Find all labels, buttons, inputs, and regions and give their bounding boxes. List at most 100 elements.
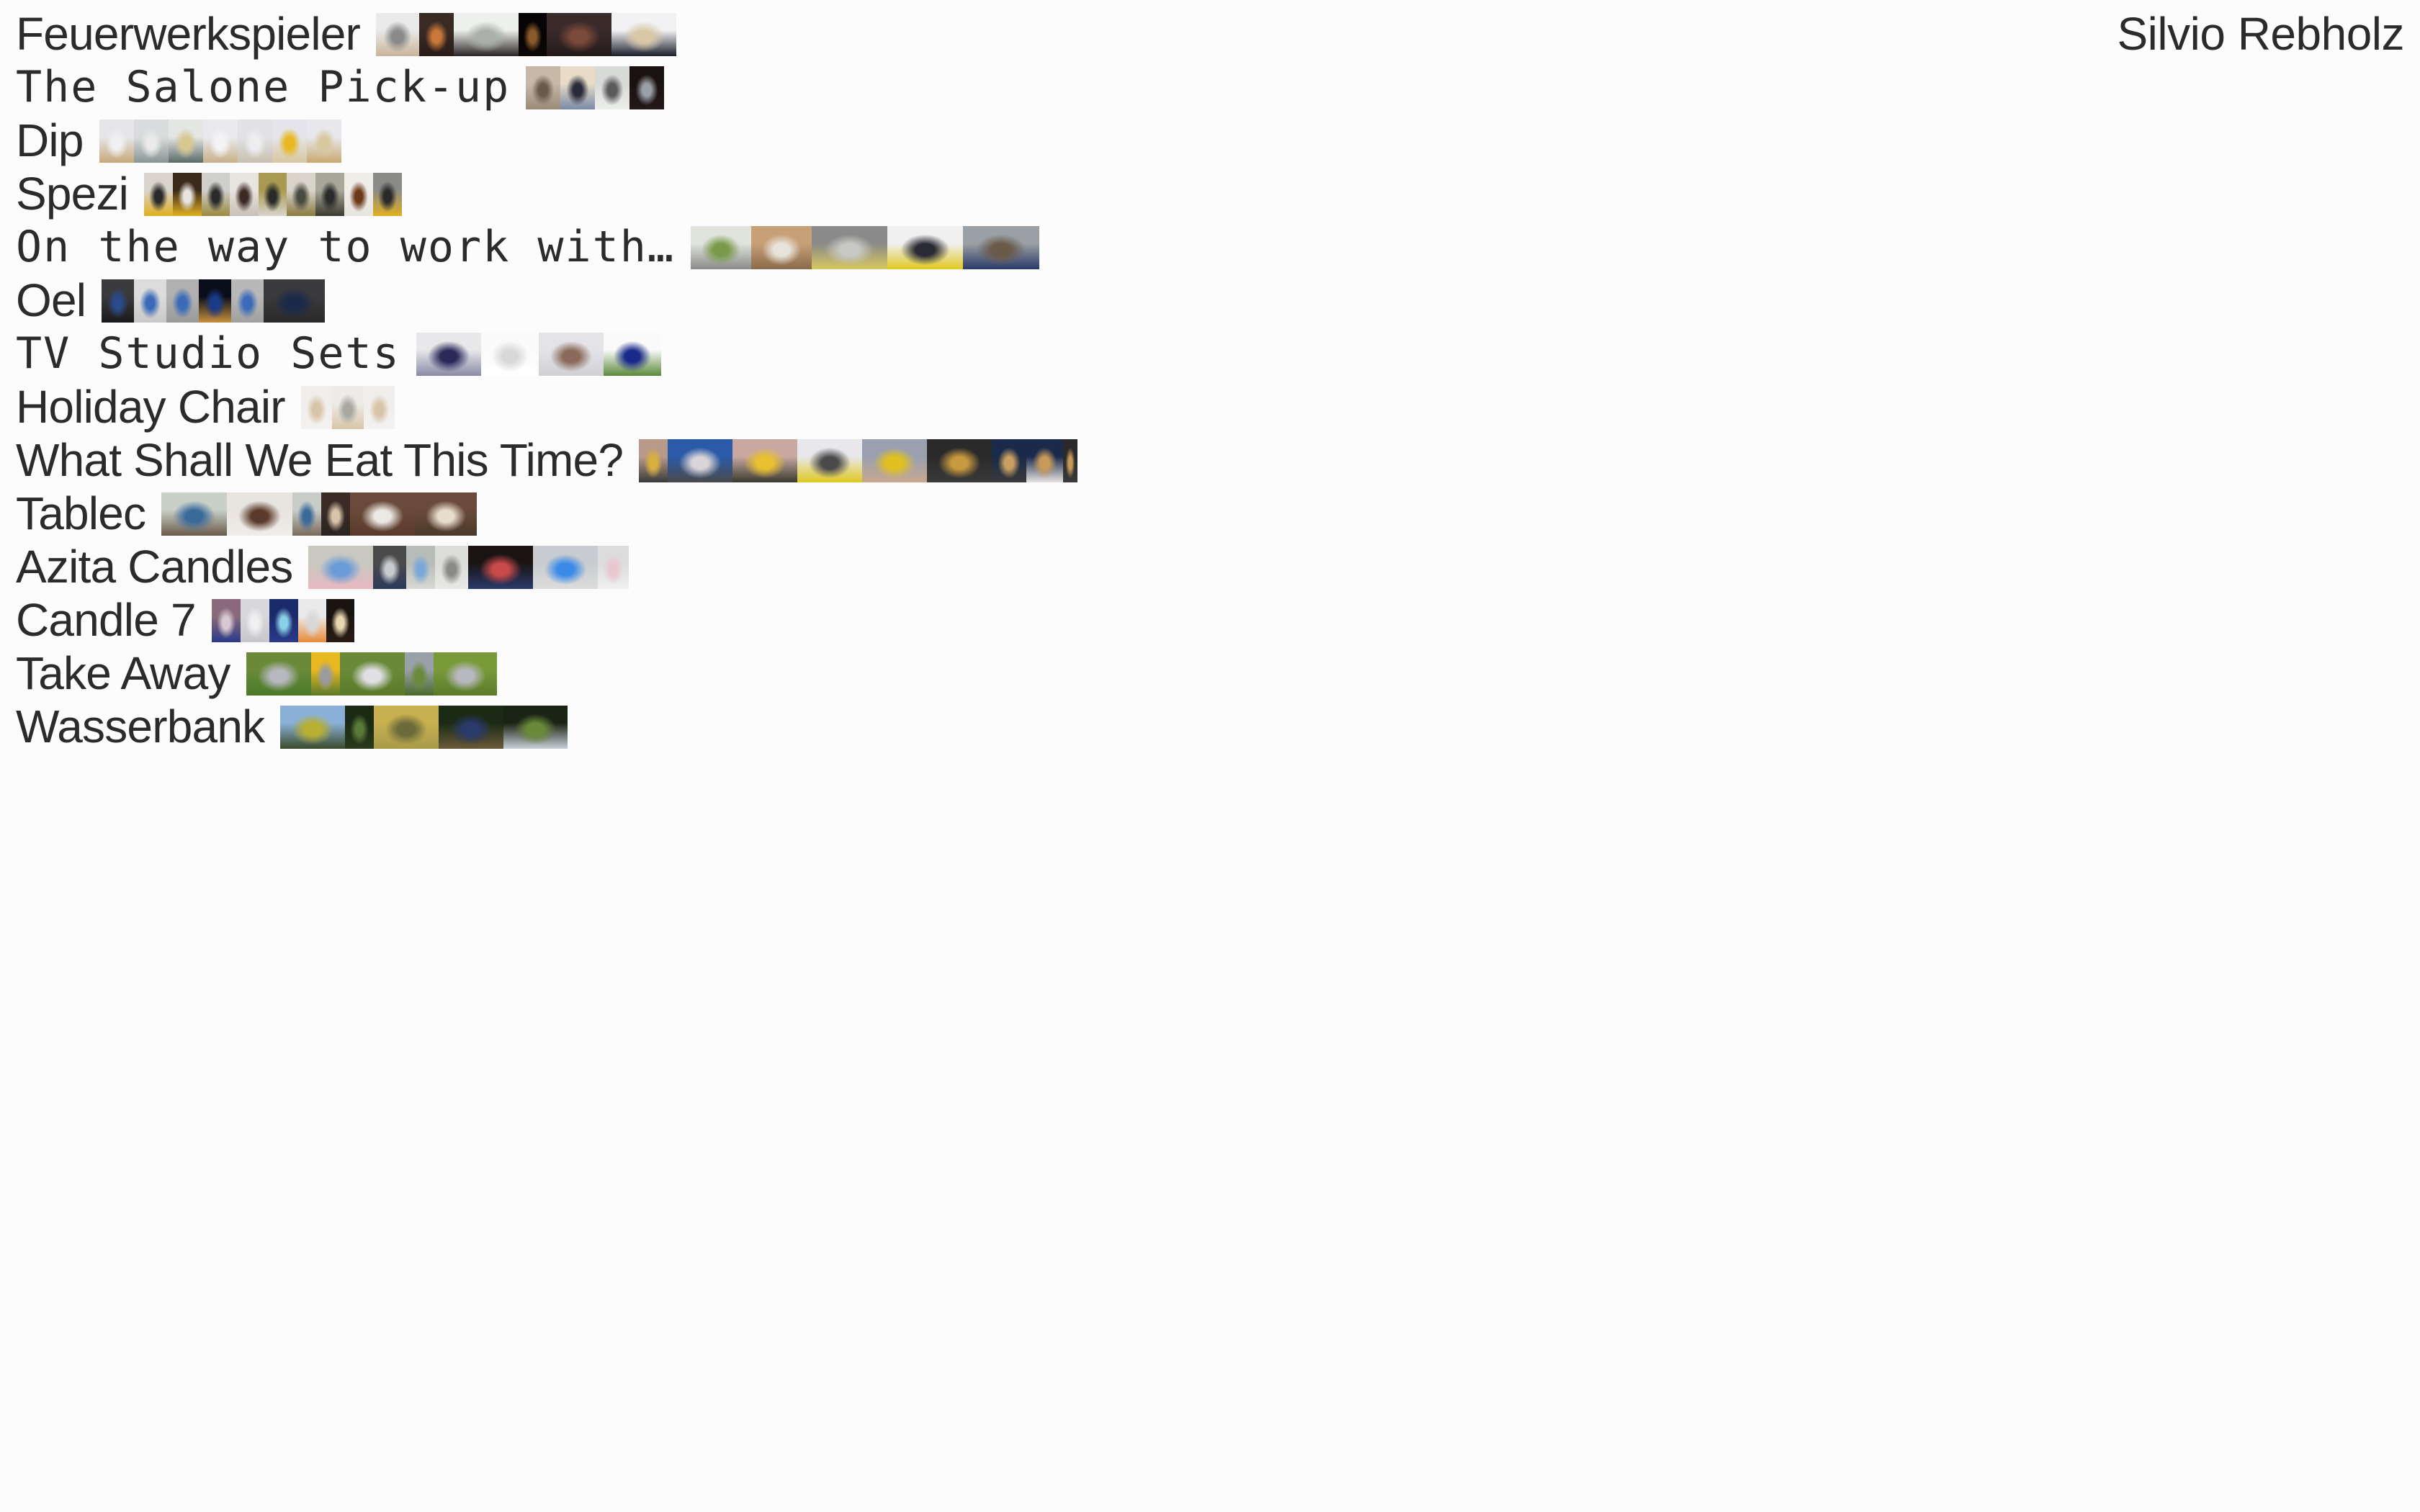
thumbnail-strip[interactable]	[102, 279, 326, 323]
project-thumbnail-image	[350, 492, 416, 536]
project-thumbnail-image	[468, 546, 534, 589]
project-thumbnail-image	[310, 652, 340, 696]
project-thumbnail-image	[230, 173, 259, 216]
project-thumbnail-image	[246, 652, 311, 696]
project-thumbnail-image	[339, 652, 405, 696]
project-thumbnail-image	[99, 120, 134, 163]
project-thumbnail-image	[321, 492, 351, 536]
project-title-link[interactable]: Wasserbank	[16, 700, 265, 753]
project-title-link[interactable]: Holiday Chair	[16, 380, 286, 433]
project-item[interactable]: Oel	[16, 274, 1077, 327]
project-thumbnail-image	[102, 279, 135, 323]
project-item[interactable]: Tablec	[16, 487, 1077, 540]
project-title-link[interactable]: Tablec	[16, 487, 146, 540]
project-thumbnail-image	[306, 120, 341, 163]
project-thumbnail-image	[862, 439, 928, 482]
thumbnail-strip[interactable]	[376, 13, 677, 56]
project-thumbnail-image	[992, 439, 1027, 482]
project-thumbnail-image	[519, 13, 547, 56]
thumbnail-strip[interactable]	[416, 333, 661, 376]
project-item[interactable]: On the way to work with…	[16, 220, 1077, 274]
project-item[interactable]: Candle 7	[16, 593, 1077, 647]
project-thumbnail-image	[611, 13, 677, 56]
project-thumbnail-image	[690, 226, 751, 269]
project-thumbnail-image	[547, 13, 612, 56]
project-list: Feuerwerkspieler The Salone Pick-up Dip Spe…	[16, 7, 1078, 753]
project-thumbnail-image	[927, 439, 992, 482]
project-thumbnail-image	[373, 546, 407, 589]
project-thumbnail-image	[374, 706, 439, 749]
project-thumbnail-image	[732, 439, 798, 482]
project-thumbnail-image	[533, 546, 599, 589]
project-thumbnail-image	[406, 546, 436, 589]
project-item[interactable]: Spezi	[16, 167, 1077, 220]
project-item[interactable]: Take Away	[16, 647, 1077, 700]
thumbnail-strip[interactable]	[246, 652, 497, 696]
thumbnail-strip[interactable]	[639, 439, 1078, 482]
project-thumbnail-image	[454, 13, 519, 56]
project-thumbnail-image	[373, 173, 403, 216]
project-item[interactable]: Feuerwerkspieler	[16, 7, 1077, 60]
project-thumbnail-image	[480, 333, 539, 376]
project-thumbnail-image	[269, 599, 298, 642]
project-thumbnail-image	[433, 652, 497, 696]
project-thumbnail-image	[237, 120, 272, 163]
project-thumbnail-image	[144, 173, 174, 216]
project-thumbnail-image	[259, 173, 287, 216]
project-thumbnail-image	[668, 439, 733, 482]
thumbnail-strip[interactable]	[211, 599, 354, 642]
project-thumbnail-image	[297, 599, 326, 642]
project-title-link[interactable]: TV Studio Sets	[16, 327, 400, 380]
project-item[interactable]: The Salone Pick-up	[16, 60, 1077, 114]
project-thumbnail-image	[280, 706, 346, 749]
project-title-link[interactable]: Dip	[16, 114, 84, 167]
author-name-link[interactable]: Silvio Rebholz	[2117, 7, 2404, 60]
project-thumbnail-image	[560, 66, 596, 109]
project-thumbnail-image	[199, 279, 232, 323]
project-thumbnail-image	[168, 120, 203, 163]
project-thumbnail-image	[331, 386, 364, 429]
project-title-link[interactable]: Oel	[16, 274, 86, 327]
project-thumbnail-image	[344, 173, 374, 216]
project-thumbnail-image	[133, 120, 169, 163]
project-item[interactable]: Wasserbank	[16, 700, 1077, 753]
project-thumbnail-image	[419, 13, 454, 56]
project-thumbnail-image	[503, 706, 568, 749]
project-thumbnail-image	[603, 333, 661, 376]
project-thumbnail-image	[598, 546, 629, 589]
project-thumbnail-image	[231, 279, 264, 323]
project-thumbnail-image	[962, 226, 1039, 269]
project-title-link[interactable]: The Salone Pick-up	[16, 60, 510, 114]
project-thumbnail-image	[811, 226, 887, 269]
project-thumbnail-image	[272, 120, 307, 163]
project-title-link[interactable]: Spezi	[16, 167, 129, 220]
project-thumbnail-image	[292, 492, 322, 536]
project-thumbnail-image	[416, 333, 481, 376]
thumbnail-strip[interactable]	[99, 120, 341, 163]
thumbnail-strip[interactable]	[161, 492, 478, 536]
thumbnail-strip[interactable]	[308, 546, 629, 589]
thumbnail-strip[interactable]	[280, 706, 568, 749]
project-thumbnail-image	[639, 439, 668, 482]
project-title-link[interactable]: Candle 7	[16, 593, 197, 647]
project-item[interactable]: TV Studio Sets	[16, 327, 1077, 380]
project-item[interactable]: Holiday Chair	[16, 380, 1077, 433]
project-title-link[interactable]: Azita Candles	[16, 540, 293, 593]
project-thumbnail-image	[287, 173, 316, 216]
project-thumbnail-image	[134, 279, 167, 323]
project-thumbnail-image	[595, 66, 630, 109]
project-title-link[interactable]: On the way to work with…	[16, 220, 675, 274]
project-thumbnail-image	[202, 173, 230, 216]
thumbnail-strip[interactable]	[690, 226, 1039, 269]
project-title-link[interactable]: What Shall We Eat This Time?	[16, 433, 624, 487]
project-item[interactable]: What Shall We Eat This Time?	[16, 433, 1078, 487]
project-thumbnail-image	[173, 173, 202, 216]
thumbnail-strip[interactable]	[526, 66, 665, 109]
thumbnail-strip[interactable]	[144, 173, 403, 216]
project-thumbnail-image	[326, 599, 354, 642]
project-item[interactable]: Dip	[16, 114, 1077, 167]
project-title-link[interactable]: Take Away	[16, 647, 230, 700]
project-title-link[interactable]: Feuerwerkspieler	[16, 7, 361, 60]
thumbnail-strip[interactable]	[300, 386, 395, 429]
project-item[interactable]: Azita Candles	[16, 540, 1077, 593]
